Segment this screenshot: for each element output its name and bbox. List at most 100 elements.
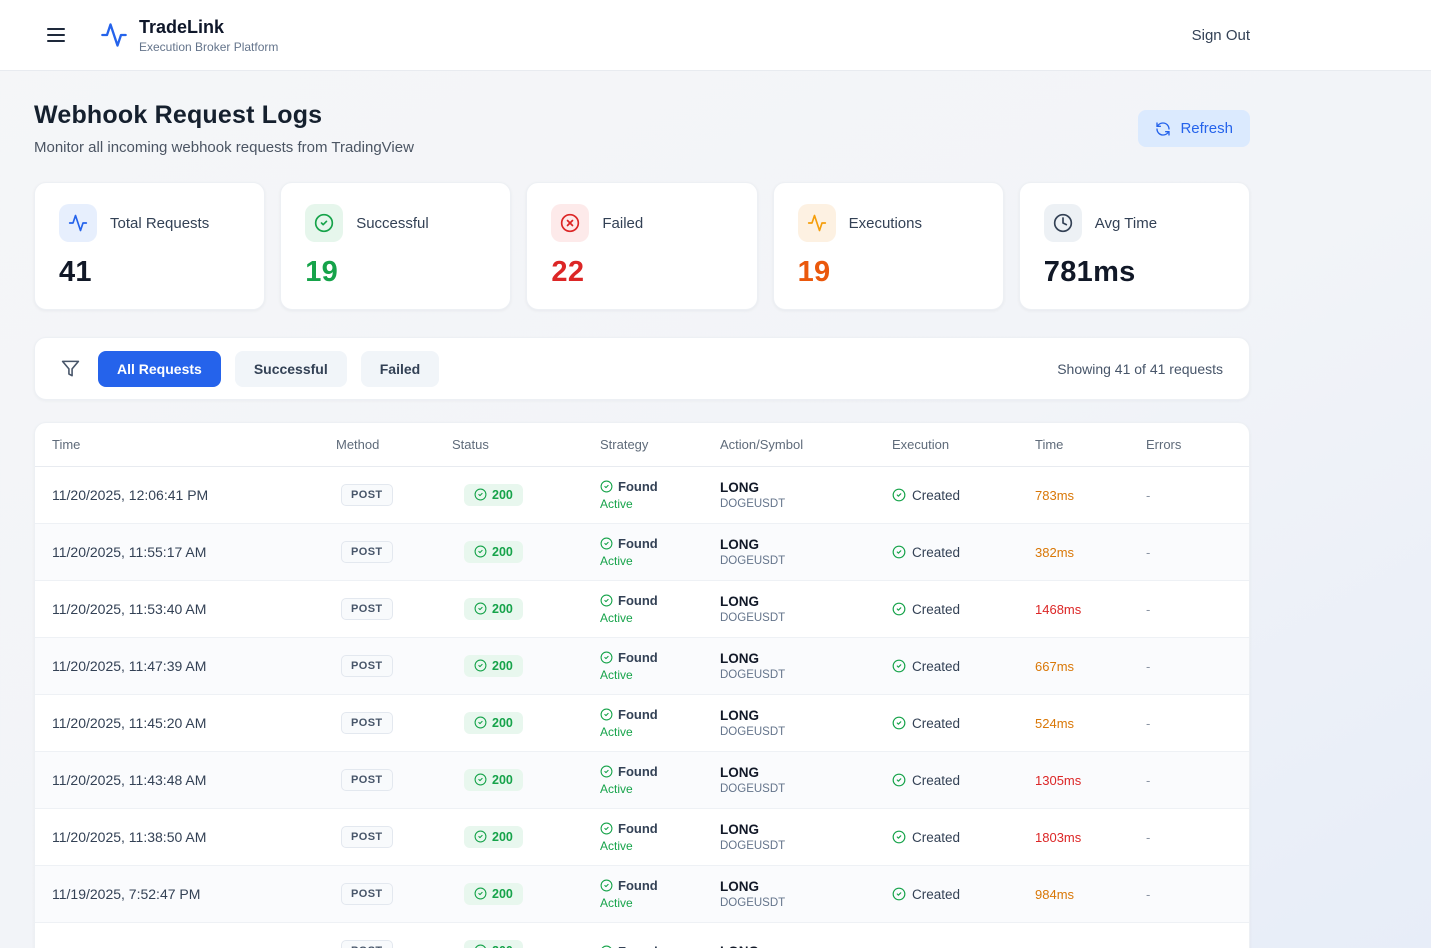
page-subtitle: Monitor all incoming webhook requests fr… bbox=[34, 139, 414, 156]
execution-cell: Created bbox=[892, 887, 1035, 902]
request-time: 11/20/2025, 12:06:41 PM bbox=[52, 487, 209, 503]
main-content: Webhook Request Logs Monitor all incomin… bbox=[34, 101, 1250, 948]
strategy-status: Active bbox=[600, 896, 633, 910]
execution-status: Created bbox=[912, 658, 961, 674]
status-badge: 200 bbox=[464, 939, 523, 948]
strategy-status: Active bbox=[600, 725, 633, 739]
request-time: 11/20/2025, 11:43:48 AM bbox=[52, 772, 207, 788]
check-circle-icon bbox=[600, 594, 613, 607]
execution-status: Created bbox=[912, 601, 961, 617]
stat-label: Executions bbox=[848, 214, 922, 232]
method-badge: POST bbox=[341, 541, 393, 563]
requests-table: Time Method Status Strategy Action/Symbo… bbox=[34, 422, 1250, 948]
check-circle-icon bbox=[892, 602, 906, 616]
strategy-name: Found bbox=[618, 821, 658, 836]
trading-symbol: DOGEUSDT bbox=[720, 669, 786, 681]
status-badge: 200 bbox=[464, 540, 523, 563]
table-row: 11/19/2025, 7:52:47 PM POST 200 Found Ac… bbox=[35, 866, 1249, 923]
trading-symbol: DOGEUSDT bbox=[720, 840, 786, 852]
method-badge: POST bbox=[341, 826, 393, 848]
clock-icon bbox=[1043, 204, 1082, 242]
filter-failed-button[interactable]: Failed bbox=[360, 350, 440, 387]
action-direction: LONG bbox=[720, 765, 759, 780]
trading-symbol: DOGEUSDT bbox=[720, 783, 786, 795]
strategy-cell: Found Active bbox=[600, 479, 720, 511]
status-code: 200 bbox=[492, 487, 513, 502]
strategy-name: Found bbox=[618, 707, 658, 722]
stat-label: Avg Time bbox=[1094, 214, 1158, 232]
table-row: 11/20/2025, 11:45:20 AM POST 200 Found A… bbox=[35, 695, 1249, 752]
execution-cell: Created bbox=[892, 488, 1035, 503]
stat-value: 41 bbox=[59, 256, 92, 288]
status-code: 200 bbox=[492, 658, 513, 673]
method-badge: POST bbox=[341, 598, 393, 620]
stat-card: Total Requests 41 bbox=[34, 182, 266, 310]
activity-icon bbox=[59, 204, 97, 242]
refresh-button[interactable]: Refresh bbox=[1138, 110, 1250, 147]
strategy-status: Active bbox=[600, 554, 633, 568]
strategy-cell: Found Active bbox=[600, 764, 720, 796]
strategy-name: Found bbox=[618, 944, 658, 948]
page-title: Webhook Request Logs bbox=[34, 101, 323, 129]
errors: - bbox=[1146, 829, 1151, 845]
menu-icon[interactable] bbox=[36, 15, 76, 55]
action-symbol-cell: LONG DOGEUSDT bbox=[720, 822, 892, 852]
action-direction: LONG bbox=[720, 822, 759, 837]
column-header-execution: Execution bbox=[892, 437, 950, 452]
column-header-strategy: Strategy bbox=[600, 437, 649, 452]
action-symbol-cell: LONG DOGEUSDT bbox=[720, 537, 892, 567]
duration: 1803ms bbox=[1035, 829, 1082, 845]
table-row: 11/20/2025, 11:53:40 AM POST 200 Found A… bbox=[35, 581, 1249, 638]
check-circle-icon bbox=[600, 765, 613, 778]
request-time: 11/19/2025, 7:52:47 PM bbox=[52, 886, 201, 902]
filter-icon bbox=[61, 359, 80, 378]
check-circle-icon bbox=[600, 651, 613, 664]
strategy-status: Active bbox=[600, 782, 633, 796]
action-direction: LONG bbox=[720, 708, 759, 723]
status-badge: 200 bbox=[464, 825, 523, 848]
stat-card: Successful 19 bbox=[280, 182, 512, 310]
check-circle-icon bbox=[305, 204, 344, 242]
duration: 984ms bbox=[1035, 886, 1075, 902]
check-circle-icon bbox=[892, 830, 906, 844]
strategy-cell: Found Active bbox=[600, 878, 720, 910]
column-header-errors: Errors bbox=[1146, 437, 1182, 452]
strategy-name: Found bbox=[618, 764, 658, 779]
action-symbol-cell: LONG DOGEUSDT bbox=[720, 708, 892, 738]
trading-symbol: DOGEUSDT bbox=[720, 897, 786, 909]
topbar: TradeLink Execution Broker Platform Sign… bbox=[0, 0, 1431, 71]
strategy-cell: Found Active bbox=[600, 536, 720, 568]
stat-label: Successful bbox=[356, 214, 429, 232]
method-badge: POST bbox=[341, 883, 393, 905]
action-direction: LONG bbox=[720, 651, 759, 666]
sign-out-button[interactable]: Sign Out bbox=[1192, 27, 1250, 44]
action-direction: LONG bbox=[720, 944, 892, 948]
column-header-method: Method bbox=[336, 437, 380, 452]
stat-value: 22 bbox=[551, 256, 585, 288]
check-circle-icon bbox=[600, 945, 613, 948]
errors: - bbox=[1146, 487, 1151, 503]
check-circle-icon bbox=[600, 708, 613, 721]
strategy-cell: Found Active bbox=[600, 650, 720, 682]
errors: - bbox=[1146, 658, 1151, 674]
filter-all-requests-button[interactable]: All Requests bbox=[98, 350, 221, 387]
request-time: 11/20/2025, 11:53:40 AM bbox=[52, 601, 207, 617]
strategy-status: Active bbox=[600, 611, 633, 625]
filter-successful-button[interactable]: Successful bbox=[234, 350, 347, 387]
status-code: 200 bbox=[492, 886, 513, 901]
strategy-status: Active bbox=[600, 497, 633, 511]
refresh-label: Refresh bbox=[1180, 120, 1233, 137]
check-circle-icon bbox=[892, 716, 906, 730]
action-symbol-cell: LONG DOGEUSDT bbox=[720, 594, 892, 624]
status-code: 200 bbox=[492, 944, 513, 948]
check-circle-icon bbox=[892, 659, 906, 673]
trading-symbol: DOGEUSDT bbox=[720, 555, 786, 567]
filter-bar: All Requests Successful Failed Showing 4… bbox=[34, 337, 1250, 400]
status-code: 200 bbox=[492, 715, 513, 730]
trading-symbol: DOGEUSDT bbox=[720, 726, 786, 738]
stat-card: Avg Time 781ms bbox=[1018, 182, 1250, 310]
duration: 667ms bbox=[1035, 658, 1075, 674]
request-time: 11/20/2025, 11:55:17 AM bbox=[52, 544, 207, 560]
method-badge: POST bbox=[341, 769, 393, 791]
method-badge: POST bbox=[341, 655, 393, 677]
